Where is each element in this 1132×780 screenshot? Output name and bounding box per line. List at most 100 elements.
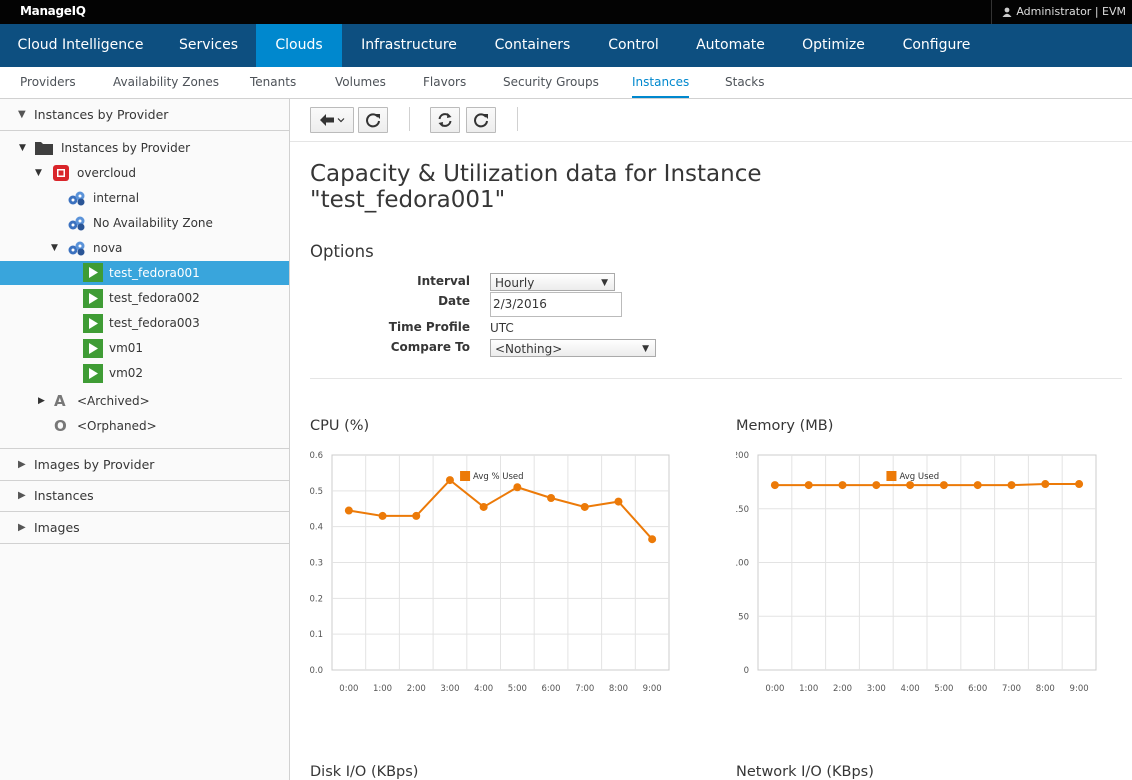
- folder-icon: [35, 142, 53, 155]
- data-point: [648, 535, 657, 544]
- cpu-chart-title: CPU (%): [310, 418, 370, 434]
- x-tick-label: 6:00: [968, 684, 987, 694]
- x-tick-label: 1:00: [373, 684, 392, 694]
- x-tick-label: 1:00: [799, 684, 818, 694]
- subnav-tenants[interactable]: Tenants: [250, 67, 296, 96]
- tree-node-instance-selected[interactable]: test_fedora001: [0, 261, 289, 285]
- accordion-images-by-provider[interactable]: ▶ Images by Provider: [0, 448, 289, 481]
- collapse-toggle-icon[interactable]: ▼: [51, 236, 58, 261]
- toolbar-divider: [517, 107, 518, 131]
- user-menu[interactable]: Administrator | EVM: [991, 0, 1132, 24]
- interval-select[interactable]: Hourly ▼: [490, 273, 615, 291]
- collapse-toggle-icon[interactable]: ▼: [35, 161, 42, 186]
- data-point: [838, 481, 847, 490]
- data-point: [1041, 480, 1050, 489]
- vm-running-icon: [83, 263, 103, 282]
- nav-optimize[interactable]: Optimize: [783, 24, 884, 67]
- sync-button[interactable]: [430, 107, 460, 133]
- data-point: [547, 494, 556, 502]
- arrow-left-icon: [320, 114, 345, 126]
- legend-swatch: [460, 471, 471, 481]
- tree-node-root[interactable]: ▼ Instances by Provider: [0, 136, 289, 161]
- availability-zone-icon: [68, 191, 85, 206]
- chevron-down-icon: ▼: [18, 109, 26, 120]
- subnav-availability-zones[interactable]: Availability Zones: [113, 67, 219, 96]
- nav-containers[interactable]: Containers: [476, 24, 589, 67]
- tree-label-instance: test_fedora003: [109, 316, 200, 330]
- tree-node-orphaned[interactable]: O <Orphaned>: [0, 414, 289, 439]
- nav-automate[interactable]: Automate: [678, 24, 783, 67]
- date-input[interactable]: 2/3/2016: [490, 292, 622, 317]
- tree-node-instance[interactable]: vm01: [0, 336, 289, 361]
- tree-node-zone-nova[interactable]: ▼ nova: [0, 236, 289, 261]
- x-tick-label: 9:00: [1070, 684, 1089, 694]
- legend-label: Avg % Used: [473, 472, 524, 482]
- nav-cloud-intelligence[interactable]: Cloud Intelligence: [0, 24, 161, 67]
- tree-node-archived[interactable]: ▶ A <Archived>: [0, 389, 289, 414]
- x-tick-label: 9:00: [643, 684, 662, 694]
- vm-running-icon: [83, 289, 103, 308]
- nav-services[interactable]: Services: [161, 24, 256, 67]
- accordion-images[interactable]: ▶ Images: [0, 512, 289, 544]
- options-heading: Options: [310, 242, 374, 261]
- sub-nav: Providers Availability Zones Tenants Vol…: [0, 67, 1132, 99]
- disk-io-chart-title: Disk I/O (KBps): [310, 764, 419, 780]
- user-icon: [1002, 7, 1012, 17]
- tree-node-zone-internal[interactable]: internal: [0, 186, 289, 211]
- sync-icon: [438, 113, 452, 127]
- y-tick-label: 100: [736, 559, 749, 569]
- subnav-instances[interactable]: Instances: [632, 67, 690, 98]
- data-point: [804, 481, 813, 490]
- y-tick-label: 0.2: [310, 594, 323, 604]
- x-tick-label: 0:00: [339, 684, 358, 694]
- openstack-icon: [53, 165, 69, 181]
- subnav-flavors[interactable]: Flavors: [423, 67, 466, 96]
- brand-logo[interactable]: ManageIQ: [20, 4, 86, 18]
- memory-chart: 0 50 100 150 200 0:00 1:00 2:00 3:00 4:00 5:00 6:00…: [736, 451, 1097, 694]
- refresh-button[interactable]: [466, 107, 496, 133]
- data-point: [906, 481, 915, 490]
- accordion-instances-by-provider[interactable]: ▼ Instances by Provider: [0, 99, 289, 131]
- tree-node-instance[interactable]: test_fedora003: [0, 311, 289, 336]
- subnav-stacks[interactable]: Stacks: [725, 67, 764, 96]
- subnav-security-groups[interactable]: Security Groups: [503, 67, 599, 96]
- tree-node-instance[interactable]: vm02: [0, 361, 289, 386]
- y-tick-label: 200: [736, 451, 749, 461]
- tree-label-instance: test_fedora002: [109, 291, 200, 305]
- compare-to-value: <Nothing>: [495, 342, 563, 356]
- tree-node-instance[interactable]: test_fedora002: [0, 286, 289, 311]
- subnav-providers[interactable]: Providers: [20, 67, 76, 96]
- x-tick-label: 4:00: [901, 684, 920, 694]
- accordion-label: Instances: [34, 488, 94, 503]
- reload-button[interactable]: [358, 107, 388, 133]
- accordion-label: Images: [34, 520, 80, 535]
- data-point: [479, 502, 488, 511]
- nav-control[interactable]: Control: [589, 24, 678, 67]
- caret-down-icon: ▼: [601, 278, 608, 288]
- expand-toggle-icon[interactable]: ▶: [38, 389, 45, 414]
- accordion-instances[interactable]: ▶ Instances: [0, 480, 289, 512]
- tree-node-zone-none[interactable]: No Availability Zone: [0, 211, 289, 236]
- compare-to-select[interactable]: <Nothing> ▼: [490, 339, 656, 357]
- vm-running-icon: [83, 364, 103, 383]
- divider: [310, 378, 1122, 379]
- tree-node-overcloud[interactable]: ▼ overcloud: [0, 161, 289, 186]
- data-point: [770, 481, 779, 490]
- back-button[interactable]: [310, 107, 354, 133]
- page-title-line1: Capacity & Utilization data for Instance: [310, 161, 762, 187]
- nav-clouds[interactable]: Clouds: [256, 24, 342, 67]
- collapse-toggle-icon[interactable]: ▼: [19, 136, 26, 161]
- legend-label: Avg Used: [899, 472, 939, 482]
- page-title: Capacity & Utilization data for Instance…: [310, 161, 810, 213]
- tree-label-archived: <Archived>: [77, 394, 150, 408]
- data-point: [378, 511, 387, 520]
- nav-infrastructure[interactable]: Infrastructure: [342, 24, 476, 67]
- sidebar: ▼ Instances by Provider ▼ Instances by P…: [0, 99, 290, 780]
- data-point: [344, 506, 353, 515]
- nav-configure[interactable]: Configure: [884, 24, 989, 67]
- y-tick-label: 0.3: [310, 559, 323, 569]
- toolbar-divider: [409, 107, 410, 131]
- subnav-volumes[interactable]: Volumes: [335, 67, 386, 96]
- memory-chart-title: Memory (MB): [736, 418, 834, 434]
- x-tick-label: 2:00: [407, 684, 426, 694]
